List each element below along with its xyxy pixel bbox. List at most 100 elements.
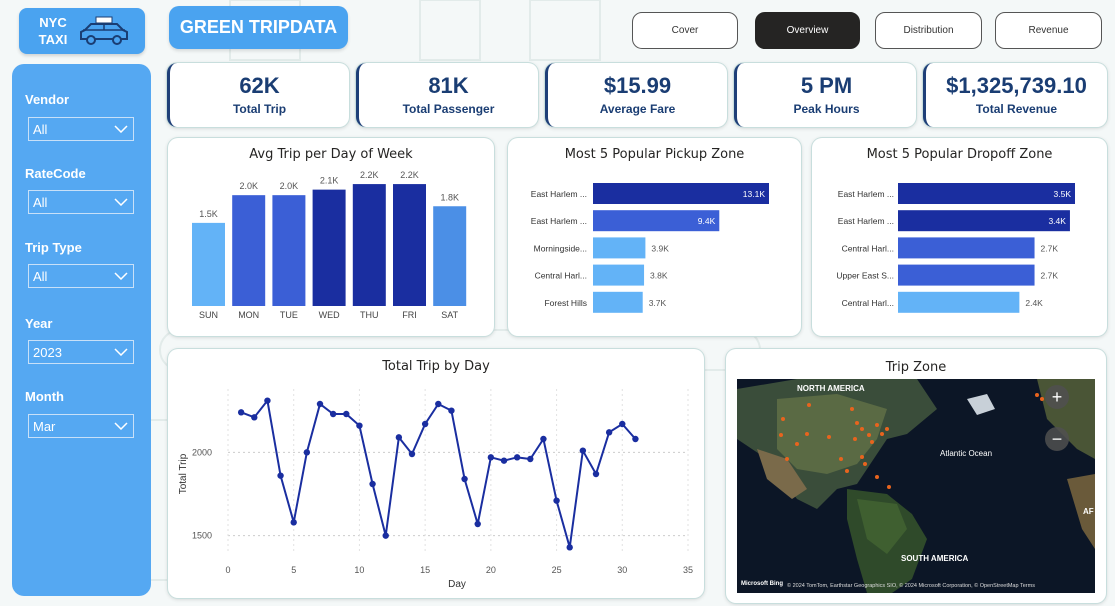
data-point bbox=[474, 520, 481, 528]
data-point bbox=[553, 497, 560, 504]
kpi-value: 81K bbox=[428, 73, 469, 98]
data-point bbox=[579, 447, 587, 454]
x-tick-label: 25 bbox=[552, 565, 562, 575]
year-value: 2023 bbox=[33, 344, 62, 360]
data-point bbox=[487, 454, 495, 461]
data-point bbox=[277, 472, 284, 479]
weekday-bar-chart: 1.5K SUN 2.0K MON 2.0K TUE 2.1K WED 2.2K THU 2.2K F… bbox=[192, 170, 467, 320]
kpi-total-passenger: 81K Total Passenger bbox=[356, 63, 538, 127]
trip-type-value: All bbox=[33, 268, 48, 284]
data-point bbox=[316, 400, 324, 408]
trip-zone-map[interactable]: NORTH AMERICA Atlantic Ocean SOUTH AMERI… bbox=[737, 379, 1095, 593]
y-tick-label: 1500 bbox=[192, 531, 212, 541]
ratecode-dropdown[interactable]: All bbox=[28, 190, 134, 214]
data-label: 2.2K bbox=[400, 170, 419, 180]
trip-type-label: Trip Type bbox=[25, 240, 82, 255]
x-tick-label: 35 bbox=[683, 565, 693, 575]
data-point bbox=[343, 410, 350, 418]
bar bbox=[433, 206, 467, 306]
map-label-atlantic: Atlantic Ocean bbox=[940, 449, 992, 458]
bar bbox=[232, 195, 266, 306]
daily-trip-line-chart: 1500 2000 0 5 10 15 20 25 30 35 Day Total Trip bbox=[178, 389, 693, 590]
data-label: 1.5K bbox=[199, 209, 218, 219]
map-brand: Microsoft Bing bbox=[741, 581, 783, 587]
logo-line1: NYC bbox=[39, 15, 67, 30]
x-tick-label: SAT bbox=[441, 310, 458, 320]
data-label: 3.7K bbox=[649, 298, 667, 308]
map-label-north-america: NORTH AMERICA bbox=[797, 384, 865, 393]
x-tick-label: 20 bbox=[486, 565, 496, 575]
kpi-label: Total Passenger bbox=[402, 102, 495, 116]
map-label-south-america: SOUTH AMERICA bbox=[901, 554, 968, 563]
x-tick-label: 30 bbox=[617, 565, 627, 575]
zoom-in-button[interactable]: + bbox=[1045, 385, 1069, 409]
y-tick-label: East Harlem ... bbox=[838, 216, 894, 226]
data-point bbox=[619, 420, 626, 428]
nav-distribution-button[interactable]: Distribution bbox=[875, 12, 982, 49]
trip-type-dropdown[interactable]: All bbox=[28, 264, 134, 288]
x-tick-label: SUN bbox=[199, 310, 218, 320]
nav-overview-button[interactable]: Overview bbox=[755, 12, 860, 49]
data-point bbox=[605, 429, 613, 436]
y-tick-label: Upper East S... bbox=[836, 271, 894, 281]
data-point bbox=[500, 457, 508, 464]
x-tick-label: 0 bbox=[225, 565, 230, 575]
bar bbox=[898, 237, 1035, 259]
kpi-total-trip: 62K Total Trip bbox=[167, 63, 349, 127]
x-tick-label: THU bbox=[360, 310, 379, 320]
kpi-average-fare: $15.99 Average Fare bbox=[545, 63, 727, 127]
vendor-dropdown[interactable]: All bbox=[28, 117, 134, 141]
map-attribution: © 2024 TomTom, Earthstar Geographics SIO… bbox=[787, 582, 1035, 589]
data-point bbox=[382, 532, 389, 539]
y-tick-label: Central Harl... bbox=[842, 243, 894, 253]
chart-popular-pickup-zone: Most 5 Popular Pickup Zone East Harlem .… bbox=[508, 138, 801, 336]
data-point bbox=[408, 450, 416, 458]
chart-avg-trip-per-day-of-week: Avg Trip per Day of Week 1.5K SUN 2.0K MON 2… bbox=[168, 138, 494, 336]
year-dropdown[interactable]: 2023 bbox=[28, 340, 134, 364]
nav-revenue-button[interactable]: Revenue bbox=[995, 12, 1102, 49]
x-axis-label: Day bbox=[448, 579, 466, 590]
bar bbox=[393, 184, 426, 306]
data-point bbox=[527, 455, 534, 463]
data-point bbox=[461, 475, 468, 483]
bar bbox=[593, 291, 643, 313]
kpi-label: Average Fare bbox=[599, 102, 676, 116]
data-label: 2.0K bbox=[239, 181, 258, 191]
nav-cover-button[interactable]: Cover bbox=[632, 12, 738, 49]
bar bbox=[898, 210, 1070, 232]
data-label: 3.5K bbox=[1054, 189, 1072, 199]
data-label: 2.2K bbox=[360, 170, 379, 180]
data-label: 2.1K bbox=[320, 176, 339, 186]
chevron-down-icon bbox=[114, 348, 128, 356]
year-label: Year bbox=[25, 316, 53, 331]
zoom-out-button[interactable]: − bbox=[1045, 427, 1069, 451]
y-tick-label: East Harlem ... bbox=[838, 189, 894, 199]
kpi-label: Total Trip bbox=[232, 102, 287, 116]
data-label: 3.4K bbox=[1048, 216, 1066, 226]
kpi-total-revenue: $1,325,739.10 Total Revenue bbox=[923, 63, 1107, 127]
chevron-down-icon bbox=[114, 422, 128, 430]
month-dropdown[interactable]: Mar bbox=[28, 414, 134, 438]
month-value: Mar bbox=[33, 418, 56, 434]
map-canvas: NORTH AMERICA Atlantic Ocean SOUTH AMERI… bbox=[737, 379, 1095, 593]
data-point bbox=[329, 410, 337, 418]
data-label: 2.7K bbox=[1041, 243, 1059, 253]
bar bbox=[898, 183, 1075, 204]
bar bbox=[593, 237, 646, 259]
data-label: 1.8K bbox=[440, 192, 459, 202]
bar bbox=[312, 189, 346, 306]
chart-popular-dropoff-zone: Most 5 Popular Dropoff Zone East Harlem … bbox=[812, 138, 1107, 336]
y-tick-label: 2000 bbox=[192, 447, 212, 457]
data-label: 9.4K bbox=[698, 216, 716, 226]
x-tick-label: 15 bbox=[420, 565, 430, 575]
y-tick-label: East Harlem ... bbox=[531, 189, 587, 199]
bar bbox=[898, 264, 1035, 286]
bar bbox=[272, 195, 306, 306]
data-point bbox=[513, 454, 521, 461]
x-tick-label: 10 bbox=[354, 565, 364, 575]
data-label: 13.1K bbox=[743, 189, 766, 199]
data-point bbox=[264, 397, 271, 404]
y-tick-label: Morningside... bbox=[534, 243, 587, 253]
data-point bbox=[632, 435, 639, 443]
x-tick-label: MON bbox=[238, 310, 259, 320]
